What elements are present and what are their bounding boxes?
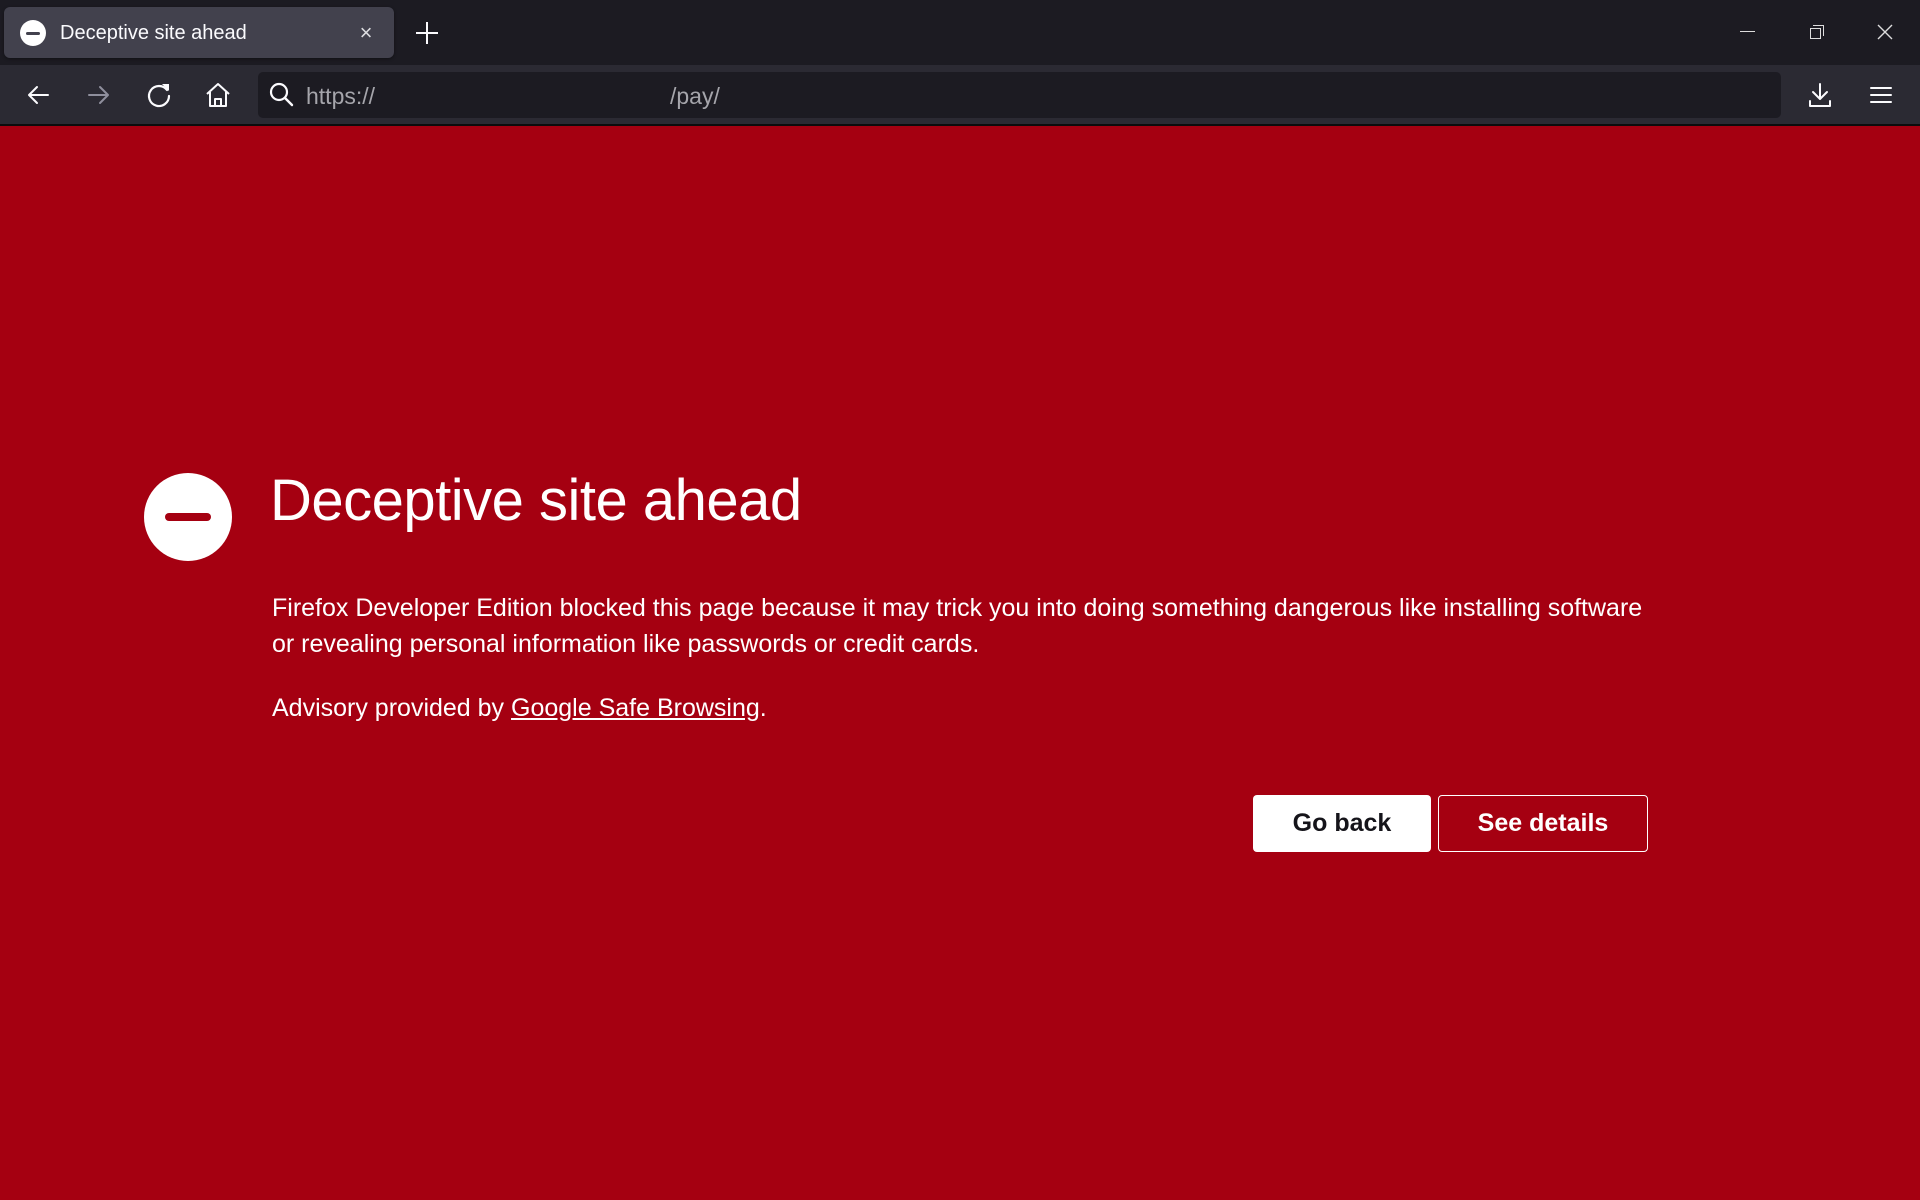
blocked-icon [144,473,232,561]
url-bar[interactable]: https:// /pay/ [258,72,1781,118]
new-tab-button[interactable] [412,18,442,48]
see-details-button[interactable]: See details [1438,795,1648,852]
google-safe-browsing-link[interactable]: Google Safe Browsing [511,694,760,722]
close-tab-icon[interactable]: × [352,19,380,47]
forward-icon [88,86,109,104]
close-window-button[interactable] [1862,12,1908,52]
advisory-text: Advisory provided by Google Safe Browsin… [272,690,767,726]
downloads-button[interactable] [1801,76,1839,114]
blocked-icon [20,20,46,46]
advisory-suffix: . [759,694,767,722]
download-icon [1809,83,1831,107]
menu-icon [1870,87,1892,103]
go-back-button[interactable]: Go back [1253,795,1431,852]
url-scheme: https:// [306,83,376,109]
home-button[interactable] [199,76,237,114]
back-icon [28,86,49,104]
forward-button[interactable] [80,76,118,114]
minimize-button[interactable] [1725,12,1771,52]
error-description: Firefox Developer Edition blocked this p… [272,594,1643,658]
restore-button[interactable] [1793,12,1839,52]
page-title: Deceptive site ahead [270,468,802,533]
tab-bar: Deceptive site ahead × [0,0,1920,65]
menu-button[interactable] [1862,76,1900,114]
search-icon [269,82,294,107]
nav-toolbar: https:// /pay/ [0,65,1920,124]
reload-icon [147,84,171,108]
error-page: Deceptive site ahead Firefox Developer E… [0,126,1920,1200]
tab-title: Deceptive site ahead [60,22,247,44]
close-icon [1877,24,1893,40]
tab-deceptive-site[interactable]: Deceptive site ahead × [4,7,394,58]
url-path: /pay/ [670,83,720,109]
home-icon [206,83,230,107]
back-button[interactable] [19,76,57,114]
reload-button[interactable] [140,76,178,114]
advisory-prefix: Advisory provided by [272,694,512,722]
